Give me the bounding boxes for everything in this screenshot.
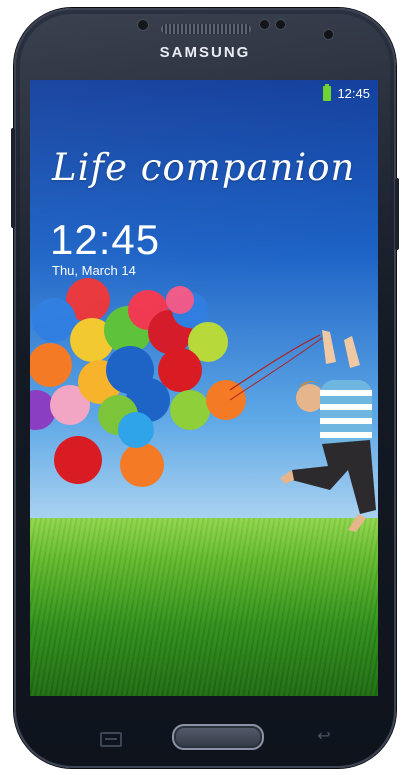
status-time: 12:45 [337, 86, 370, 101]
light-sensor [260, 20, 269, 29]
lock-screen[interactable]: 12:45 Life companion 12:45 Thu, March 14 [30, 80, 378, 696]
battery-charging-icon [323, 84, 332, 101]
brand-logo: SAMSUNG [159, 44, 251, 61]
jumping-child [280, 330, 376, 532]
power-button[interactable] [395, 178, 399, 250]
lock-screen-date: Thu, March 14 [52, 263, 136, 278]
lock-screen-clock: 12:45 [50, 216, 161, 263]
volume-button[interactable] [11, 128, 15, 228]
status-bar: 12:45 [323, 84, 370, 101]
menu-icon[interactable] [100, 732, 122, 747]
home-button[interactable] [172, 724, 264, 750]
back-arrow-icon[interactable]: ↩ [312, 726, 336, 746]
light-sensor-2 [276, 20, 285, 29]
front-camera [324, 30, 333, 39]
balloon-cluster [30, 278, 246, 487]
lock-screen-headline: Life companion [52, 146, 356, 189]
proximity-sensor [138, 20, 148, 30]
wallpaper-illustration [30, 278, 376, 532]
earpiece-speaker [161, 24, 251, 34]
phone-body: SAMSUNG 12:45 Life companion 12:45 Thu, … [11, 8, 399, 768]
